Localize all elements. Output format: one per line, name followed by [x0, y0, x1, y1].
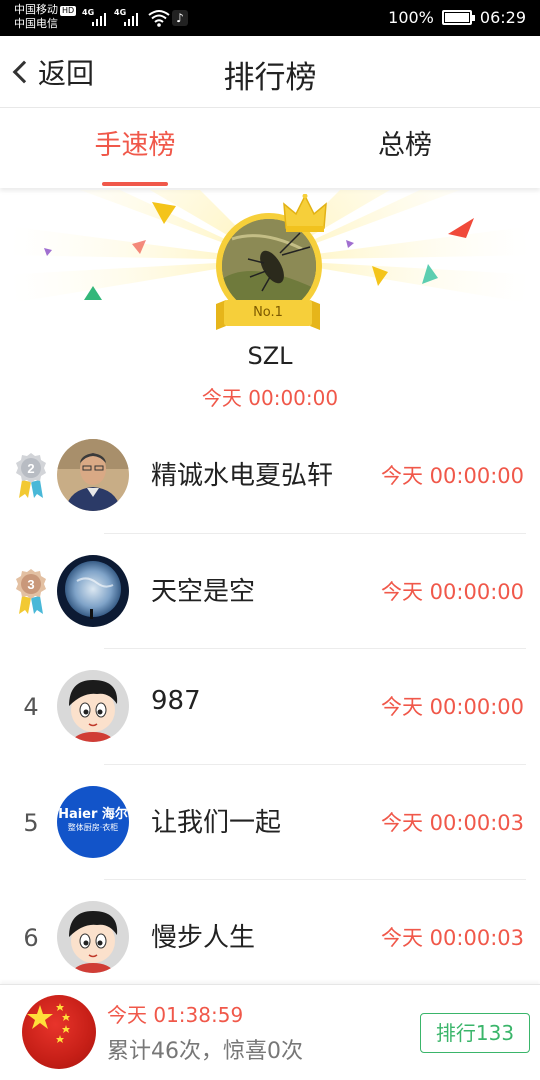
player-name: 天空是空 [151, 576, 256, 607]
player-time: 今天 00:00:00 [381, 579, 524, 604]
silver-medal-icon: 2 [16, 453, 46, 498]
hd-badge: HD [60, 6, 77, 16]
no1-ribbon: No.1 [216, 300, 320, 330]
list-item[interactable]: 5 Haier 海尔 整体厨房·衣柜 让我们一起 今天 00:00:03 [0, 765, 540, 880]
no1-label: No.1 [253, 305, 283, 320]
tab-indicator [102, 182, 168, 186]
rank-number: 4 [23, 693, 39, 721]
confetti-decoration [84, 286, 102, 300]
earth-photo [57, 554, 129, 627]
my-avatar[interactable] [22, 995, 96, 1069]
carrier-1: 中国移动 [14, 3, 58, 16]
player-time: 今天 00:00:00 [381, 695, 524, 719]
battery-percent: 100% [388, 8, 434, 27]
confetti-decoration [44, 248, 52, 256]
avatar [57, 439, 129, 511]
carrier-info: 中国移动 HD 中国电信 [14, 3, 77, 31]
list-item[interactable]: 3 天空是空 今天 00:00:00 [0, 534, 540, 649]
ranking-list: 2 精诚水电夏弘轩 今天 00:00:00 3 天空是空 今天 00:00:00… [0, 418, 540, 996]
avatar [57, 670, 129, 742]
list-item[interactable]: 6 慢步人生 今天 00:00:03 [0, 880, 540, 996]
svg-text:3: 3 [27, 577, 34, 592]
crown-icon [283, 194, 327, 232]
avatar [57, 554, 129, 627]
tab-speed-ranking[interactable]: 手速榜 [0, 108, 270, 188]
clock: 06:29 [479, 8, 526, 27]
status-bar: 中国移动 HD 中国电信 4G 4G ♪ 100% 06:29 [0, 0, 540, 36]
list-item[interactable]: 2 精诚水电夏弘轩 今天 00:00:00 [0, 418, 540, 534]
player-name: 987 [151, 686, 201, 716]
player-name: 慢步人生 [151, 923, 256, 953]
haier-logo-line2: 整体厨房·衣柜 [67, 822, 119, 832]
tab-overall-ranking[interactable]: 总榜 [270, 108, 540, 188]
battery-icon [441, 10, 475, 25]
haier-logo: Haier 海尔 整体厨房·衣柜 [57, 806, 129, 834]
my-rank-button[interactable]: 排行133 [420, 1013, 530, 1053]
rank-number: 5 [23, 808, 39, 837]
cartoon-boy-avatar [57, 901, 129, 973]
page-title: 排行榜 [223, 60, 317, 96]
tiktok-icon: ♪ [172, 10, 188, 26]
bronze-medal-icon: 3 [16, 568, 46, 614]
tab-bar: 手速榜 总榜 [0, 108, 540, 188]
my-stats: 累计46次，惊喜0次 [107, 1039, 303, 1064]
champion-section: No.1 SZL 今天 00:00:00 [0, 190, 540, 420]
confetti-decoration [448, 218, 474, 238]
wifi-icon [148, 10, 170, 27]
cartoon-boy-avatar [57, 670, 129, 742]
player-time: 今天 00:00:00 [381, 464, 524, 488]
china-flag-avatar [27, 1003, 70, 1043]
confetti-decoration [372, 266, 388, 286]
avatar [57, 901, 129, 973]
nav-bar: 返回 排行榜 [0, 36, 540, 108]
player-time: 今天 00:00:03 [381, 810, 524, 835]
player-name: 让我们一起 [151, 807, 282, 838]
man-photo [57, 439, 129, 511]
status-right: 100% 06:29 [388, 8, 526, 27]
champion-time: 今天 00:00:00 [201, 386, 339, 410]
confetti-decoration [346, 240, 354, 248]
player-name: 精诚水电夏弘轩 [151, 461, 334, 491]
carrier-2: 中国电信 [14, 17, 58, 30]
confetti-decoration [152, 202, 176, 224]
confetti-decoration [422, 264, 438, 284]
rank-number: 6 [23, 924, 39, 952]
confetti-decoration [132, 240, 146, 254]
haier-logo-line1: Haier 海尔 [58, 806, 128, 822]
svg-text:2: 2 [27, 461, 34, 476]
list-item[interactable]: 4 987 今天 00:00:00 [0, 649, 540, 765]
my-time: 今天 01:38:59 [107, 1003, 244, 1027]
avatar: Haier 海尔 整体厨房·衣柜 [57, 785, 129, 858]
champion-name: SZL [247, 342, 293, 370]
my-rank-bar: 今天 01:38:59 累计46次，惊喜0次 排行133 [0, 984, 540, 1080]
player-time: 今天 00:00:03 [381, 926, 524, 950]
